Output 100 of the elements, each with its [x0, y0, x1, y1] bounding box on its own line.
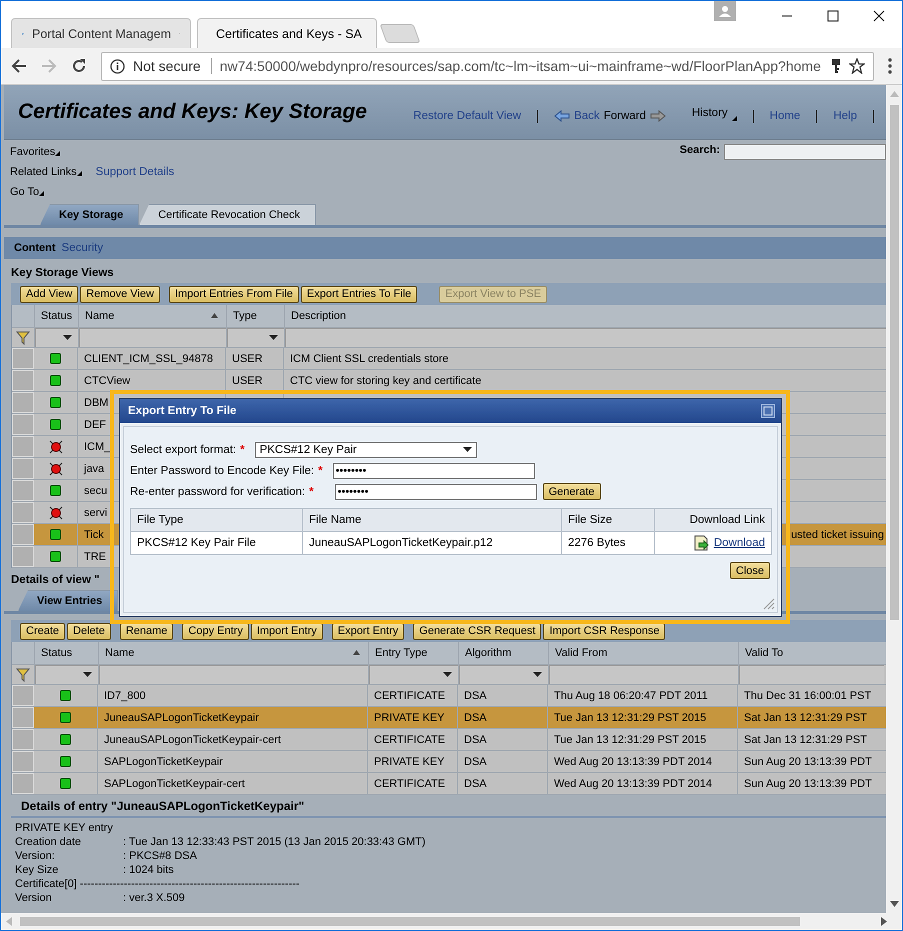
- tab[interactable]: Key Storage: [40, 204, 140, 225]
- search-field[interactable]: [724, 144, 886, 160]
- related-links-menu[interactable]: Related Links: [10, 166, 77, 178]
- dropdown-icon[interactable]: [269, 335, 278, 340]
- table-cell: usted ticket issuing: [791, 528, 884, 540]
- history-menu[interactable]: History: [692, 107, 728, 119]
- user-icon[interactable]: [714, 1, 736, 21]
- info-icon: [110, 58, 125, 74]
- table-cell: JuneauSAPLogonTicketKeypair.p12: [309, 537, 493, 549]
- resize-grip-icon[interactable]: [763, 598, 775, 610]
- star-icon[interactable]: [849, 58, 865, 74]
- column-header[interactable]: Algorithm: [465, 647, 542, 659]
- sort-icon[interactable]: [211, 313, 218, 319]
- field-label: Re-enter password for verification:: [130, 486, 306, 498]
- detail-label: Key Size: [15, 863, 60, 877]
- password-field[interactable]: ••••••••: [334, 484, 537, 500]
- table-cell: CTC view for storing key and certificate: [290, 374, 482, 386]
- table-cell: USER: [232, 374, 263, 386]
- column-header[interactable]: Status: [41, 647, 92, 659]
- browser-tab[interactable]: Portal Content Managem: [11, 18, 191, 48]
- scroll-thumb[interactable]: [20, 917, 800, 926]
- table-row[interactable]: SAPLogonTicketKeypair PRIVATE KEY DSA Wed Aug 20 13:13:39 PDT 2014 Sun Aug 20 13:13:39 PDT: [12, 751, 886, 773]
- toolbar-button[interactable]: Add View: [20, 286, 78, 302]
- column-header: File Size: [568, 514, 612, 526]
- required-mark: *: [240, 444, 245, 456]
- tab[interactable]: View Entries: [18, 590, 118, 611]
- dropdown-icon[interactable]: [63, 335, 72, 340]
- dropdown-icon: [462, 447, 472, 452]
- maximize-icon[interactable]: [827, 10, 839, 22]
- tab[interactable]: Certificate Revocation Check: [139, 204, 316, 225]
- scroll-right-icon[interactable]: [881, 917, 887, 926]
- filter-cell[interactable]: [285, 328, 886, 347]
- download-file-icon[interactable]: [692, 535, 711, 551]
- column-header[interactable]: Type: [233, 310, 278, 322]
- field-label: Enter Password to Encode Key File:: [130, 464, 314, 476]
- column-header[interactable]: Valid From: [555, 647, 732, 659]
- section-title: Details of view ": [10, 573, 100, 588]
- scroll-thumb[interactable]: [890, 105, 898, 620]
- download-link[interactable]: Download: [714, 537, 765, 549]
- table-cell: secu: [84, 484, 108, 496]
- horizontal-scrollbar[interactable]: [1, 913, 902, 930]
- column-header[interactable]: Entry Type: [375, 647, 452, 659]
- key-icon[interactable]: [831, 58, 841, 74]
- table-cell: Thu Dec 31 16:00:01 PST: [744, 690, 872, 702]
- reload-icon[interactable]: [71, 58, 87, 74]
- column-header: File Type: [137, 514, 184, 526]
- table-cell: DSA: [464, 756, 487, 768]
- security-label: Not secure: [133, 58, 212, 74]
- column-header[interactable]: Name: [105, 647, 362, 659]
- generate-button[interactable]: Generate: [542, 483, 600, 500]
- menu-icon[interactable]: [888, 58, 892, 74]
- table-row[interactable]: JuneauSAPLogonTicketKeypair PRIVATE KEY DSA Tue Jan 13 12:31:29 PST 2015 Sat Jan 13 12:31:29 PST: [12, 707, 886, 729]
- filter-cell[interactable]: [79, 328, 227, 347]
- table-cell: Tue Jan 13 12:31:29 PST 2015: [554, 712, 706, 724]
- table-cell: 2276 Bytes: [568, 537, 626, 549]
- table-row[interactable]: JuneauSAPLogonTicketKeypair-cert CERTIFICATE DSA Tue Jan 13 12:31:29 PST 2015 Sat Jan 13 12:31:29 PST: [12, 729, 886, 751]
- filter-cell[interactable]: [369, 665, 459, 684]
- table-row[interactable]: CTCView USER CTC view for storing key and certificate: [12, 370, 886, 392]
- back-arrow-icon[interactable]: [554, 110, 570, 122]
- dropdown-icon[interactable]: [443, 672, 452, 677]
- format-dropdown[interactable]: PKCS#12 Key Pair: [254, 442, 477, 458]
- column-header[interactable]: Valid To: [745, 647, 878, 659]
- new-tab-button[interactable]: [380, 24, 420, 43]
- browser-tab[interactable]: Certificates and Keys - SA: [197, 18, 377, 48]
- forward-arrow-icon[interactable]: [650, 110, 666, 122]
- sort-icon[interactable]: [353, 650, 360, 656]
- password-field[interactable]: ••••••••: [332, 462, 535, 478]
- column-header[interactable]: Name: [85, 310, 220, 322]
- toolbar-button[interactable]: Export Entries To File: [300, 286, 418, 302]
- forward-icon[interactable]: [41, 58, 57, 74]
- forward-link[interactable]: Forward: [604, 110, 646, 122]
- detail-value: : PKCS#8 DSA: [123, 849, 197, 863]
- support-details-link[interactable]: Support Details: [96, 166, 174, 178]
- toolbar-button[interactable]: Remove View: [80, 286, 160, 302]
- dropdown-icon[interactable]: [533, 672, 542, 677]
- address-field[interactable]: Not secure nw74:50000/webdynpro/resources/sap.com/tc~lm~itsam~ui~mainframe~wd/FloorPlanApp?home: [101, 52, 874, 80]
- filter-cell[interactable]: [35, 665, 99, 684]
- detail-label: Creation date: [15, 835, 82, 849]
- dropdown-icon[interactable]: [83, 672, 92, 677]
- table-row[interactable]: SAPLogonTicketKeypair-cert CERTIFICATE DSA Wed Aug 20 13:13:39 PDT 2014 Sun Aug 20 13:13:39 PDT: [12, 773, 886, 795]
- table-cell: DBM: [84, 396, 108, 408]
- toolbar-button[interactable]: Create: [20, 622, 66, 640]
- column-header[interactable]: Status: [40, 310, 72, 322]
- vertical-scrollbar[interactable]: [886, 85, 902, 913]
- go-to-menu[interactable]: Go To: [10, 186, 40, 198]
- detail-label: PRIVATE KEY entry: [15, 821, 114, 835]
- scroll-down-icon[interactable]: [890, 901, 898, 907]
- filter-cell[interactable]: [549, 665, 739, 684]
- close-button[interactable]: Close: [730, 562, 770, 579]
- column-header[interactable]: Description: [291, 310, 881, 322]
- favorites-menu[interactable]: Favorites: [10, 146, 56, 158]
- filter-cell[interactable]: [227, 328, 285, 347]
- back-icon[interactable]: [11, 58, 27, 74]
- filter-cell[interactable]: [459, 665, 549, 684]
- toolbar-button[interactable]: Delete: [67, 622, 111, 640]
- toolbar-button[interactable]: Import Entries From File: [168, 286, 299, 302]
- table-row[interactable]: CLIENT_ICM_SSL_94878 USER ICM Client SSL credentials store: [12, 348, 886, 370]
- filter-cell[interactable]: [739, 665, 884, 684]
- filter-cell[interactable]: [99, 665, 369, 684]
- filter-cell[interactable]: [35, 328, 79, 347]
